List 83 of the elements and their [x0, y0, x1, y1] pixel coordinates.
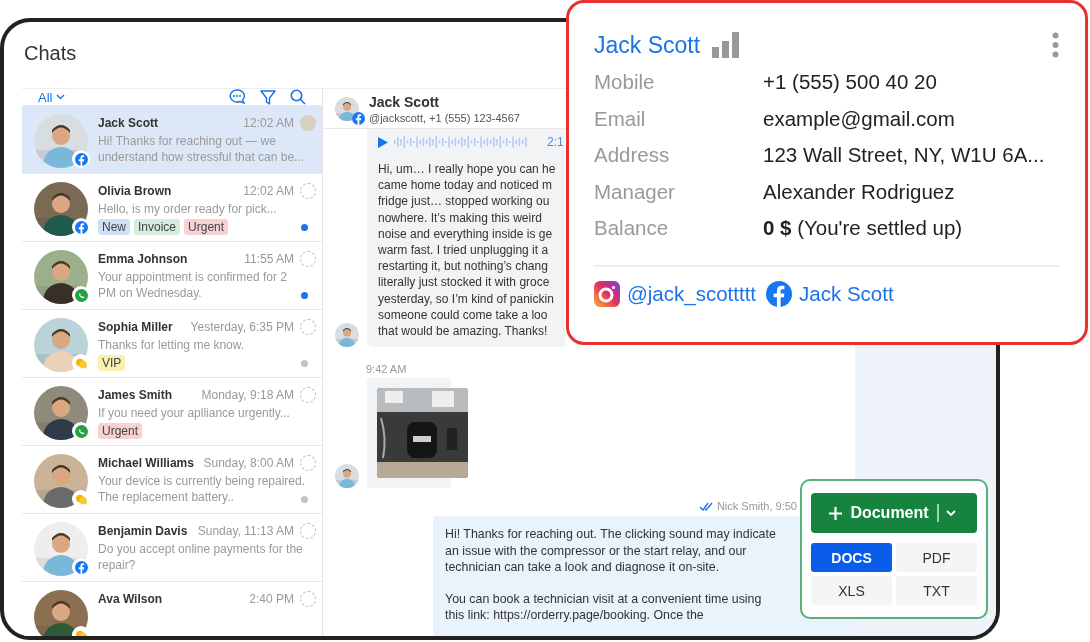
field-value: 123 Wall Street, NY, W1U 6A... [763, 142, 1046, 167]
message-text: nowhere. It’s making this weird [378, 209, 543, 226]
message-time: 11:55 AM [244, 252, 294, 266]
message-time: 12:02 AM [243, 184, 294, 198]
message-preview: Your device is currently being repaired. The replacement battery.. [98, 473, 306, 505]
field-label: Manager [594, 178, 676, 204]
chat-list-item[interactable]: Jack Scott 12:02 AM Hi! Thanks for reaching out — we understand how stressful that can be... [22, 106, 322, 174]
more-vertical-icon [1052, 32, 1059, 58]
message-text: came home today and noticed m [378, 177, 554, 194]
plus-icon [829, 506, 843, 520]
field-value: Alexander Rodriguez [763, 178, 956, 204]
message-text: fridge just… stopped working ou [378, 193, 551, 210]
contact-name: Jack Scott [594, 31, 701, 59]
field-label: Balance [594, 215, 670, 240]
message-text: noise and everything inside is ge [378, 225, 554, 242]
field-label: Address [594, 142, 671, 167]
message-preview: Your appointment is confirmed for 2 PM on Wednesday. [98, 269, 288, 301]
contact-name: Jack Scott [369, 93, 441, 110]
message-text: that would be amazing. Thanks! [378, 323, 549, 340]
format-option[interactable]: DOCS [811, 543, 892, 572]
message-text: someone could come take a loo [378, 306, 549, 324]
play-button[interactable] [378, 136, 388, 148]
message-text: yesterday, so I’m kind of panickin [378, 290, 555, 307]
add-document-button[interactable]: Document [811, 493, 977, 533]
search-button[interactable] [290, 89, 306, 105]
message-time: Sunday, 8:00 AM [203, 456, 294, 470]
message-preview: Hello, is my order ready for pick... [98, 201, 278, 217]
search-icon [290, 89, 306, 105]
format-option[interactable]: PDF [896, 543, 977, 572]
contact-name: Michael Williams [98, 456, 194, 470]
contact-name: Olivia Brown [98, 184, 172, 198]
chat-plus-icon [229, 89, 246, 105]
facebook-icon [766, 281, 793, 307]
message-time: 12:02 AM [243, 116, 294, 130]
contact-name: Benjamin Davis [98, 524, 188, 538]
contact-name: Sophia Miller [98, 320, 173, 334]
format-option[interactable]: XLS [811, 576, 892, 605]
contact-name: Emma Johnson [98, 252, 188, 266]
message-text: You can book a technician visit at a convenient time using this link: https://orderry.page/booking. Once the [445, 591, 763, 624]
message-preview: Hi! Thanks for reaching out — we understand how stressful that can be... [98, 133, 306, 165]
chevron-down-icon [56, 94, 66, 100]
message-text: Hi, um… I really hope you can he [378, 161, 557, 178]
contact-name: James Smith [98, 388, 173, 402]
social-link[interactable]: Jack Scott [766, 281, 894, 307]
tag: New [98, 219, 130, 235]
filter-button[interactable] [260, 89, 276, 105]
contact-details: @jackscott, +1 (555) 123-4567 [369, 111, 520, 124]
tag: Urgent [98, 423, 143, 439]
message-preview: Do you accept online payments for the repair? [98, 541, 304, 573]
tag: Urgent [184, 219, 229, 235]
format-option[interactable]: TXT [896, 576, 977, 605]
field-value: example@gmail.com [763, 105, 956, 131]
audio-duration: 2:1 [547, 135, 564, 149]
field-value: +1 (555) 500 40 20 [763, 69, 938, 94]
camera-icon [594, 281, 620, 307]
message-time: Monday, 9:18 AM [201, 388, 294, 402]
facebook-icon [352, 111, 365, 125]
tag: Invoice [134, 219, 181, 235]
filter-dropdown[interactable]: All [38, 89, 66, 105]
signal-bars-icon [712, 32, 740, 58]
tag: VIP [98, 355, 126, 371]
message-time: Sunday, 11:13 AM [197, 524, 294, 538]
contact-name: Jack Scott [98, 116, 159, 130]
message-preview: If you need your aplliance urgently... [98, 405, 291, 421]
chevron-down-icon [936, 504, 959, 522]
message-text: restarting it, but nothing’s chang [378, 258, 549, 275]
message-text: Hi! Thanks for reaching out. The clicking sound may indicate an issue with the compressor or the start relay, and our technician can take a look and diagnose it on-site. [445, 526, 777, 576]
new-chat-button[interactable] [229, 89, 246, 105]
field-label: Email [594, 105, 647, 131]
contact-name: Ava Wilson [98, 592, 163, 606]
message-time: Yesterday, 6:35 PM [190, 320, 294, 334]
message-text: warm fast. I tried unplugging it a [378, 242, 550, 259]
field-value: 0 $ (You're settled up) [763, 215, 964, 240]
page-title: Chats [24, 42, 77, 64]
message-meta: Nick Smith, 9:50 [716, 500, 797, 513]
message-time: 9:42 AM [365, 363, 408, 376]
more-button[interactable] [1052, 32, 1059, 58]
funnel-icon [260, 89, 276, 105]
message-time: 2:40 PM [249, 592, 294, 606]
field-label: Mobile [594, 69, 656, 94]
message-text: literally just stocked it with groce [378, 274, 551, 291]
message-preview: Thanks for letting me know. [98, 337, 246, 353]
social-link[interactable]: @jack_scottttt [594, 281, 757, 307]
